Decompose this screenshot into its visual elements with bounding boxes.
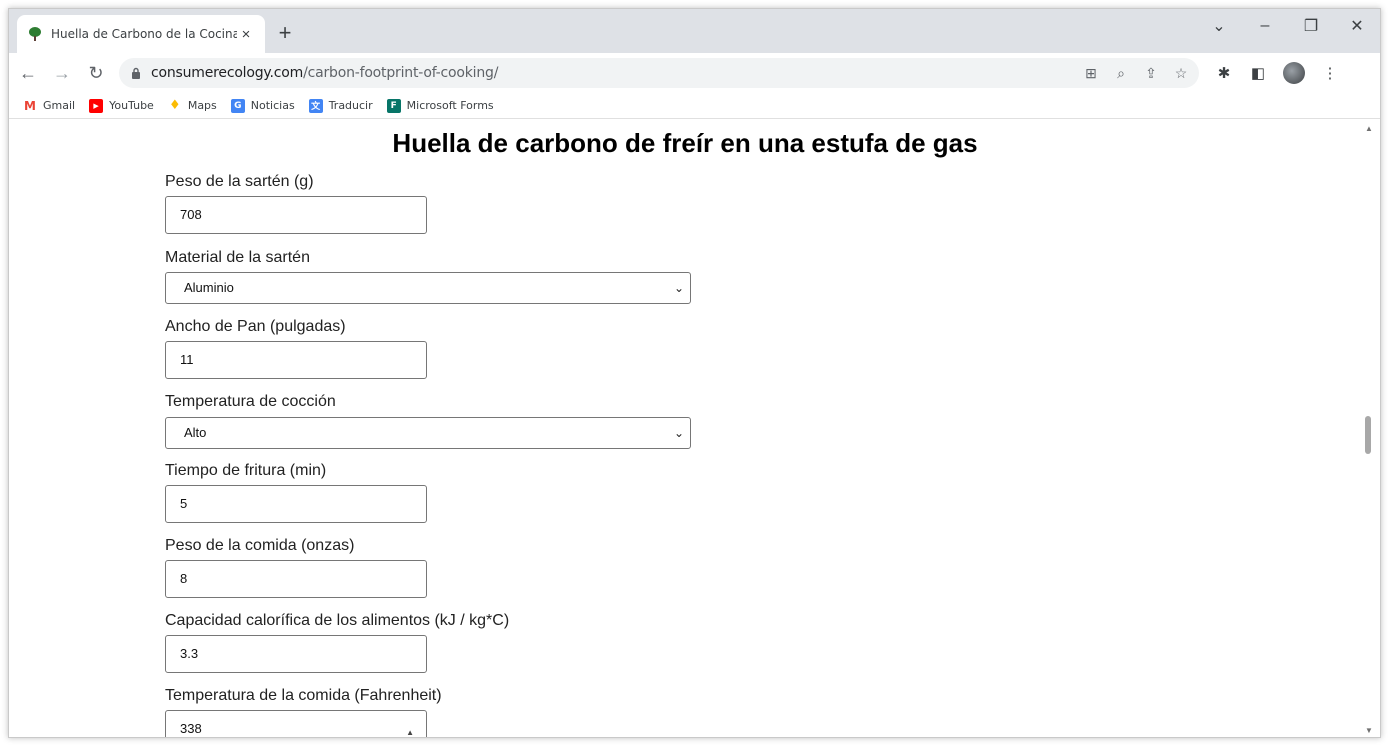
translate-icon[interactable]: ⊞ xyxy=(1083,65,1099,82)
window-controls: ⌄ – ❐ ✕ xyxy=(1196,9,1380,43)
fry-time-label: Tiempo de fritura (min) xyxy=(165,462,327,479)
toolbar-right: ✱ ◧ ⋮ xyxy=(1215,62,1339,84)
bookmark-label: Noticias xyxy=(250,99,295,112)
bookmark-label: Maps xyxy=(187,99,217,112)
cook-temp-select[interactable]: Alto ⌄ xyxy=(165,417,691,449)
forward-icon[interactable]: → xyxy=(47,58,77,88)
food-temp-label: Temperatura de la comida (Fahrenheit) xyxy=(165,687,442,704)
new-tab-button[interactable]: + xyxy=(271,19,299,47)
pan-weight-label: Peso de la sartén (g) xyxy=(165,173,314,190)
bookmark-label: Gmail xyxy=(43,99,76,112)
url-text: consumerecology.com/carbon-footprint-of-… xyxy=(151,65,498,81)
food-temp-input[interactable]: 338 ▲ xyxy=(165,710,427,737)
scroll-thumb[interactable] xyxy=(1365,416,1371,454)
food-temp-value: 338 xyxy=(180,721,202,736)
menu-icon[interactable]: ⋮ xyxy=(1321,64,1339,82)
bookmark-noticias[interactable]: G Noticias xyxy=(230,98,295,113)
page-content: Huella de carbono de freír en una estufa… xyxy=(9,120,1361,737)
address-bar[interactable]: consumerecology.com/carbon-footprint-of-… xyxy=(119,58,1199,88)
bookmark-traducir[interactable]: 文 Traducir xyxy=(308,98,373,113)
bookmark-label: Traducir xyxy=(328,99,373,112)
lock-icon xyxy=(132,67,140,79)
gmail-icon: M xyxy=(24,98,36,113)
tab-title: Huella de Carbono de la Cocina xyxy=(51,27,237,41)
tab-strip: Huella de Carbono de la Cocina × + ⌄ – ❐… xyxy=(9,9,1380,53)
news-icon: G xyxy=(230,98,245,113)
bookmark-label: Microsoft Forms xyxy=(406,99,494,112)
profile-avatar[interactable] xyxy=(1283,62,1305,84)
scroll-down-arrow-icon[interactable]: ▼ xyxy=(1365,726,1373,735)
pan-material-label: Material de la sartén xyxy=(165,249,310,266)
bookmark-maps[interactable]: ♦ Maps xyxy=(168,98,217,113)
url-path: /carbon-footprint-of-cooking/ xyxy=(303,65,499,81)
share-icon[interactable]: ⇪ xyxy=(1143,65,1159,82)
maps-pin-icon: ♦ xyxy=(169,98,181,113)
heat-capacity-input[interactable]: 3.3 xyxy=(165,635,427,673)
pan-width-input[interactable]: 11 xyxy=(165,341,427,379)
pan-weight-input[interactable]: 708 xyxy=(165,196,427,234)
tab-search-icon[interactable]: ⌄ xyxy=(1196,16,1242,36)
url-domain: consumerecology.com xyxy=(151,65,304,81)
bookmark-microsoft-forms[interactable]: F Microsoft Forms xyxy=(386,98,494,113)
browser-toolbar: ← → ↻ consumerecology.com/carbon-footpri… xyxy=(9,53,1380,93)
page-scrollbar[interactable]: ▲ ▼ xyxy=(1360,120,1380,737)
pan-width-label: Ancho de Pan (pulgadas) xyxy=(165,318,346,335)
heat-capacity-label: Capacidad calorífica de los alimentos (k… xyxy=(165,612,510,629)
restore-icon[interactable]: ❐ xyxy=(1288,16,1334,36)
side-panel-icon[interactable]: ◧ xyxy=(1249,64,1267,82)
back-icon[interactable]: ← xyxy=(13,58,43,88)
bookmark-youtube[interactable]: ▶ YouTube xyxy=(89,98,154,113)
chevron-down-icon: ⌄ xyxy=(673,426,684,440)
omnibox-icons: ⊞ ⌕ ⇪ ☆ xyxy=(1083,58,1189,88)
youtube-icon: ▶ xyxy=(89,98,104,113)
fry-time-input[interactable]: 5 xyxy=(165,485,427,523)
pan-material-value: Aluminio xyxy=(184,280,234,295)
extensions-icon[interactable]: ✱ xyxy=(1215,64,1233,82)
tree-favicon-icon xyxy=(29,27,41,41)
food-weight-input[interactable]: 8 xyxy=(165,560,427,598)
spinner-up-icon[interactable]: ▲ xyxy=(406,715,414,737)
cook-temp-label: Temperatura de cocción xyxy=(165,393,336,410)
scroll-up-arrow-icon[interactable]: ▲ xyxy=(1365,124,1373,133)
food-weight-label: Peso de la comida (onzas) xyxy=(165,537,355,554)
minimize-icon[interactable]: – xyxy=(1242,17,1288,35)
browser-tab[interactable]: Huella de Carbono de la Cocina × xyxy=(17,15,265,53)
translate-app-icon: 文 xyxy=(308,98,323,113)
bookmark-star-icon[interactable]: ☆ xyxy=(1173,65,1189,82)
zoom-icon[interactable]: ⌕ xyxy=(1113,65,1129,82)
chevron-down-icon: ⌄ xyxy=(673,281,684,295)
pan-material-select[interactable]: Aluminio ⌄ xyxy=(165,272,691,304)
tab-close-icon[interactable]: × xyxy=(237,26,255,43)
forms-icon: F xyxy=(386,98,401,113)
cook-temp-value: Alto xyxy=(184,425,207,440)
bookmark-label: YouTube xyxy=(109,99,154,112)
bookmarks-bar: M Gmail ▶ YouTube ♦ Maps G Noticias 文 Tr… xyxy=(9,93,1380,119)
browser-window: Huella de Carbono de la Cocina × + ⌄ – ❐… xyxy=(8,8,1381,738)
bookmark-gmail[interactable]: M Gmail xyxy=(23,99,75,113)
page-heading: Huella de carbono de freír en una estufa… xyxy=(392,128,978,158)
close-window-icon[interactable]: ✕ xyxy=(1334,16,1380,36)
reload-icon[interactable]: ↻ xyxy=(81,58,111,88)
